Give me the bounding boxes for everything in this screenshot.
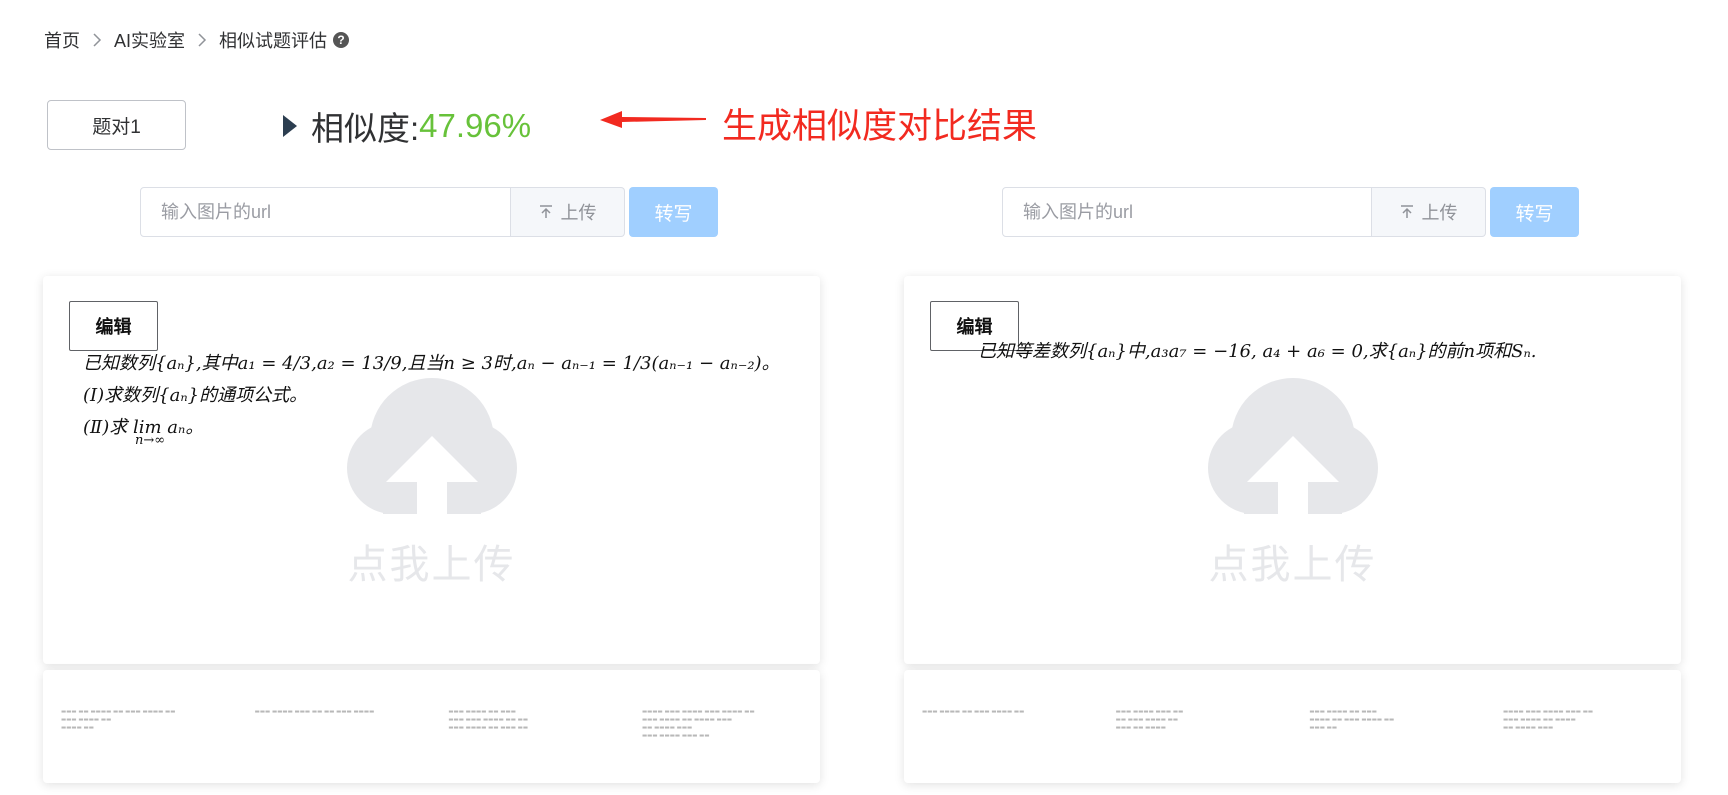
similarity-result: 相似度: 47.96% <box>283 104 531 148</box>
left-upload-bar: 上传 转写 <box>140 187 718 237</box>
left-question-line-1: 已知数列{aₙ},其中a₁ = 4/3,a₂ = 13/9,且当n ≥ 3时,a… <box>83 353 780 374</box>
left-edit-button[interactable]: 编辑 <box>69 301 158 351</box>
breadcrumb-ai-lab[interactable]: AI实验室 <box>114 27 185 53</box>
right-thumbnail-4[interactable]: ▬▬▬▬ ▬▬▬ ▬▬▬▬ ▬▬▬ ▬▬ ▬▬▬ ▬▬▬▬ ▬▬ ▬▬▬▬ ▬▬ ▬… <box>1503 708 1663 732</box>
breadcrumb: 首页 AI实验室 相似试题评估 ? <box>44 26 350 54</box>
right-upload-placeholder-text: 点我上传 <box>1208 542 1377 588</box>
left-thumbnail-4[interactable]: ▬▬▬▬ ▬▬▬ ▬▬▬▬ ▬▬▬ ▬▬▬▬ ▬▬ ▬▬▬ ▬▬▬▬ ▬▬ ▬▬▬… <box>642 708 802 740</box>
upload-arrow-icon <box>1400 205 1414 219</box>
annotation-text: 生成相似度对比结果 <box>722 107 1038 146</box>
red-arrow-icon <box>600 111 706 128</box>
left-url-input-wrap <box>140 187 511 237</box>
left-thumbnail-row: ▬▬▬ ▬▬ ▬▬▬▬ ▬▬ ▬▬▬ ▬▬▬▬ ▬▬ ▬▬▬ ▬▬▬▬ ▬▬ ▬▬▬… <box>61 708 802 740</box>
upload-arrow-icon <box>539 205 553 219</box>
cloud-upload-icon <box>1207 378 1378 514</box>
left-upload-placeholder-text: 点我上传 <box>347 542 516 588</box>
left-thumbnail-3[interactable]: ▬▬▬ ▬▬▬▬ ▬▬ ▬▬▬ ▬▬▬ ▬▬▬ ▬▬▬▬ ▬▬ ▬▬ ▬▬▬ ▬▬▬… <box>448 708 608 740</box>
left-question-panel: 点我上传 编辑 已知数列{aₙ},其中a₁ = 4/3,a₂ = 13/9,且当… <box>43 276 820 664</box>
left-thumbnail-2[interactable]: ▬▬▬ ▬▬▬▬ ▬▬▬ ▬▬ ▬▬ ▬▬▬ ▬▬▬▬ <box>255 708 415 740</box>
right-thumbnail-3[interactable]: ▬▬▬ ▬▬▬▬ ▬▬ ▬▬▬ ▬▬▬▬ ▬▬ ▬▬▬ ▬▬▬▬ ▬▬ ▬▬▬ ▬▬ <box>1309 708 1469 732</box>
left-question-limit-subscript: n→∞ <box>135 433 166 448</box>
right-question-line-1: 已知等差数列{aₙ}中,a₃a₇ = −16, a₄ + a₆ = 0,求{aₙ… <box>978 341 1537 362</box>
right-upload-button[interactable]: 上传 <box>1372 187 1486 237</box>
play-triangle-icon <box>283 115 297 137</box>
left-question-line-2: (Ⅰ)求数列{aₙ}的通项公式。 <box>83 385 308 406</box>
breadcrumb-similar-question-eval: 相似试题评估 <box>219 31 328 51</box>
right-thumbnail-1[interactable]: ▬▬▬ ▬▬▬▬ ▬▬ ▬▬▬ ▬▬▬▬ ▬▬ <box>922 708 1082 732</box>
right-transcribe-button[interactable]: 转写 <box>1490 187 1579 237</box>
right-thumbnail-2[interactable]: ▬▬▬ ▬▬▬▬ ▬▬▬ ▬▬ ▬▬ ▬▬▬ ▬▬▬▬ ▬▬ ▬▬▬ ▬▬ ▬▬▬▬ <box>1116 708 1276 732</box>
left-upload-label: 上传 <box>560 203 597 223</box>
left-transcribe-button[interactable]: 转写 <box>629 187 718 237</box>
left-url-input[interactable] <box>141 190 510 234</box>
right-upload-bar: 上传 转写 <box>1002 187 1579 237</box>
left-thumbnail-strip: ▬▬▬ ▬▬ ▬▬▬▬ ▬▬ ▬▬▬ ▬▬▬▬ ▬▬ ▬▬▬ ▬▬▬▬ ▬▬ ▬▬▬… <box>43 670 820 783</box>
right-upload-label: 上传 <box>1421 203 1458 223</box>
right-thumbnail-row: ▬▬▬ ▬▬▬▬ ▬▬ ▬▬▬ ▬▬▬▬ ▬▬ ▬▬▬ ▬▬▬▬ ▬▬▬ ▬▬ ▬… <box>922 708 1663 732</box>
help-circle-icon[interactable]: ? <box>333 32 350 48</box>
chevron-right-icon <box>92 33 102 47</box>
right-url-input[interactable] <box>1003 190 1371 234</box>
right-question-panel: 点我上传 编辑 已知等差数列{aₙ}中,a₃a₇ = −16, a₄ + a₆ … <box>904 276 1681 664</box>
cloud-upload-icon <box>346 378 517 514</box>
right-url-input-wrap <box>1002 187 1372 237</box>
left-thumbnail-1[interactable]: ▬▬▬ ▬▬ ▬▬▬▬ ▬▬ ▬▬▬ ▬▬▬▬ ▬▬ ▬▬▬ ▬▬▬▬ ▬▬ ▬▬▬… <box>61 708 221 740</box>
right-upload-area[interactable]: 点我上传 <box>1204 378 1382 590</box>
left-upload-button[interactable]: 上传 <box>511 187 625 237</box>
right-thumbnail-strip: ▬▬▬ ▬▬▬▬ ▬▬ ▬▬▬ ▬▬▬▬ ▬▬ ▬▬▬ ▬▬▬▬ ▬▬▬ ▬▬ ▬… <box>904 670 1681 783</box>
breadcrumb-home[interactable]: 首页 <box>44 27 80 53</box>
chevron-right-icon <box>197 33 207 47</box>
left-upload-area[interactable]: 点我上传 <box>343 378 521 590</box>
similarity-label: 相似度: <box>311 110 420 147</box>
question-pair-button[interactable]: 题对1 <box>47 100 186 150</box>
similarity-value: 47.96% <box>419 107 532 144</box>
